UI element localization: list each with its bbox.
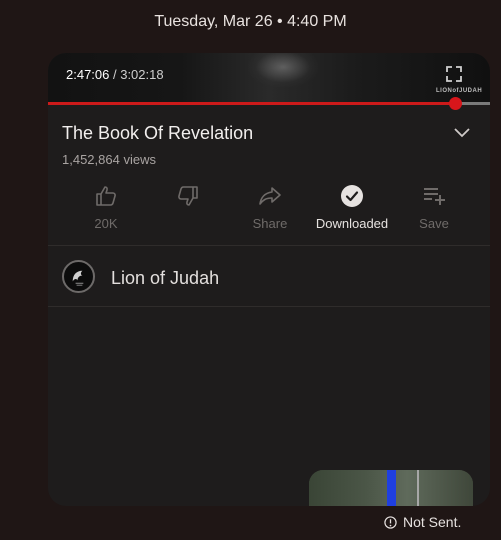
channel-name[interactable]: Lion of Judah — [111, 268, 219, 289]
like-button[interactable]: 20K — [65, 180, 147, 231]
time-display: 2:47:06 / 3:02:18 — [66, 67, 164, 82]
thumbnail-rod — [417, 470, 419, 506]
lion-logo-icon — [72, 270, 84, 286]
video-progress-bar[interactable] — [48, 97, 490, 110]
action-bar: 20K Share Downloaded Save — [65, 180, 475, 232]
video-frame-content — [248, 53, 318, 87]
video-player[interactable]: 2:47:06 / 3:02:18 LIONofJUDAH — [48, 53, 490, 104]
current-time: 2:47:06 — [66, 67, 110, 82]
channel-row[interactable]: Lion of Judah — [48, 246, 490, 306]
not-sent-label: Not Sent. — [403, 514, 462, 530]
video-title[interactable]: The Book Of Revelation — [62, 123, 253, 144]
fullscreen-icon[interactable] — [444, 64, 464, 84]
divider — [48, 306, 490, 307]
alert-circle-icon — [384, 515, 397, 529]
save-label: Save — [419, 216, 449, 231]
share-button[interactable]: Share — [229, 180, 311, 231]
video-duration: 3:02:18 — [120, 67, 164, 82]
chevron-down-icon[interactable] — [454, 127, 470, 139]
like-count: 20K — [94, 216, 118, 231]
related-video-thumbnail[interactable] — [309, 470, 473, 506]
dislike-button[interactable] — [147, 180, 229, 216]
downloaded-label: Downloaded — [315, 216, 389, 231]
channel-watermark: LIONofJUDAH — [436, 88, 483, 94]
share-icon — [259, 187, 281, 205]
message-status[interactable]: Not Sent. — [384, 514, 461, 530]
save-button[interactable]: Save — [393, 180, 475, 231]
check-circle-icon — [341, 185, 363, 207]
thumbs-down-icon — [178, 186, 198, 206]
progress-scrubber[interactable] — [449, 97, 463, 110]
thumbnail-blue-stripe — [387, 470, 396, 506]
message-timestamp: Tuesday, Mar 26 • 4:40 PM — [154, 13, 347, 30]
view-count: 1,452,864 views — [62, 152, 156, 167]
progress-fill — [48, 102, 456, 105]
channel-avatar[interactable] — [62, 260, 95, 293]
shared-video-card[interactable]: 2:47:06 / 3:02:18 LIONofJUDAH The Book O… — [48, 53, 490, 506]
thumbs-up-icon — [96, 186, 116, 206]
share-label: Share — [252, 216, 288, 231]
downloaded-button[interactable]: Downloaded — [311, 180, 393, 231]
time-separator: / — [109, 67, 121, 82]
playlist-add-icon — [424, 188, 445, 205]
